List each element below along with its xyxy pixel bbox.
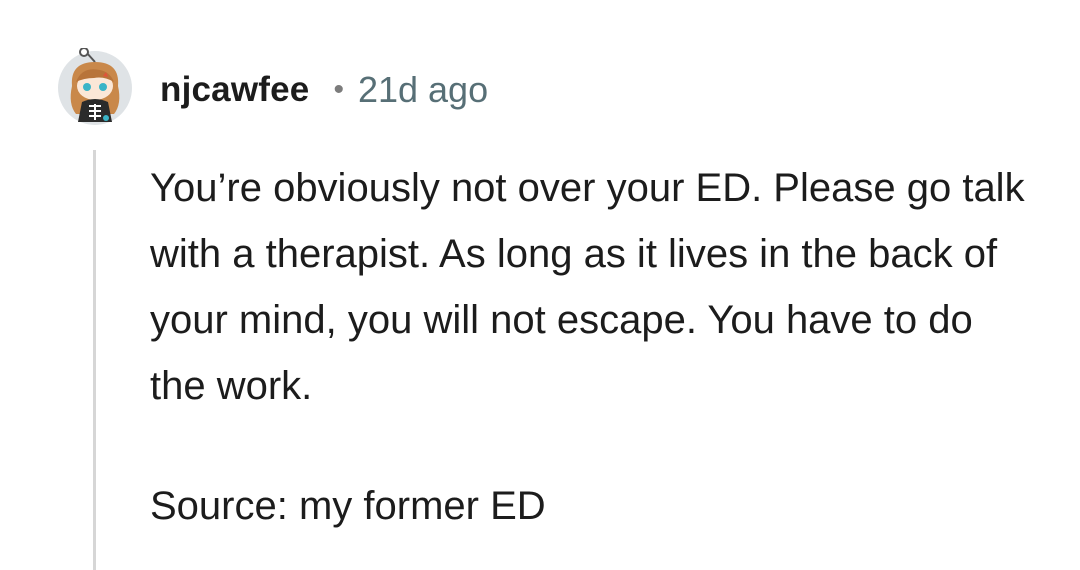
- comment-timestamp: 21d ago: [357, 69, 489, 110]
- snoo-avatar-icon: [58, 48, 132, 125]
- user-avatar-icon[interactable]: [56, 48, 134, 126]
- comment-paragraph: You’re obviously not over your ED. Pleas…: [150, 166, 1025, 408]
- comment-paragraph: Source: my former ED: [150, 484, 546, 528]
- meta-separator: •: [333, 73, 344, 106]
- comment-header: njcawfee • 21d ago: [160, 62, 488, 118]
- comment: njcawfee • 21d ago You’re obviously not …: [0, 0, 1080, 570]
- username-link[interactable]: njcawfee: [160, 70, 309, 110]
- comment-body: You’re obviously not over your ED. Pleas…: [150, 155, 1050, 539]
- thread-collapse-line[interactable]: [93, 150, 96, 570]
